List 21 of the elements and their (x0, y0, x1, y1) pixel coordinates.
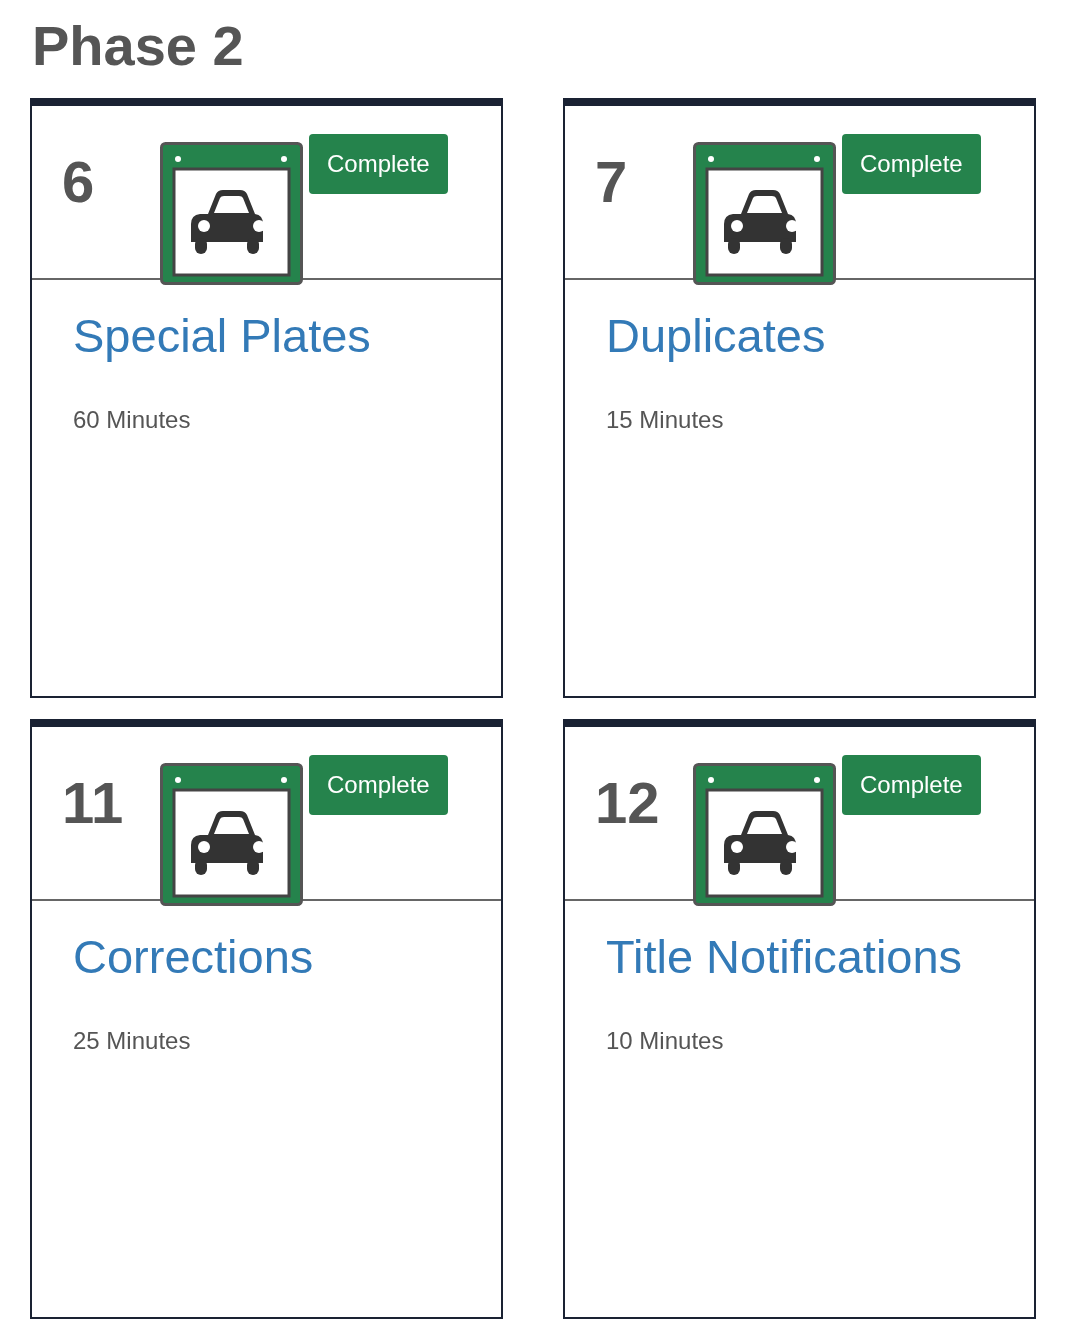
task-duration: 15 Minutes (606, 405, 725, 435)
page-heading: Phase 2 (32, 14, 245, 78)
status-badge: Complete (309, 755, 448, 815)
task-number: 11 (61, 769, 125, 835)
status-badge: Complete (842, 134, 981, 194)
task-title[interactable]: Special Plates (73, 308, 501, 364)
task-number: 7 (594, 148, 629, 214)
task-duration: 10 Minutes (606, 1026, 725, 1056)
task-number: 12 (594, 769, 661, 835)
status-badge: Complete (309, 134, 448, 194)
task-title[interactable]: Title Notifications (606, 929, 1034, 985)
task-duration: 25 Minutes (73, 1026, 192, 1056)
task-title[interactable]: Corrections (73, 929, 501, 985)
car-sign-icon (160, 763, 303, 906)
task-duration: 60 Minutes (73, 405, 192, 435)
car-sign-icon (693, 142, 836, 285)
car-sign-icon (693, 763, 836, 906)
car-sign-icon (160, 142, 303, 285)
task-number: 6 (61, 148, 96, 214)
status-badge: Complete (842, 755, 981, 815)
task-title[interactable]: Duplicates (606, 308, 1034, 364)
